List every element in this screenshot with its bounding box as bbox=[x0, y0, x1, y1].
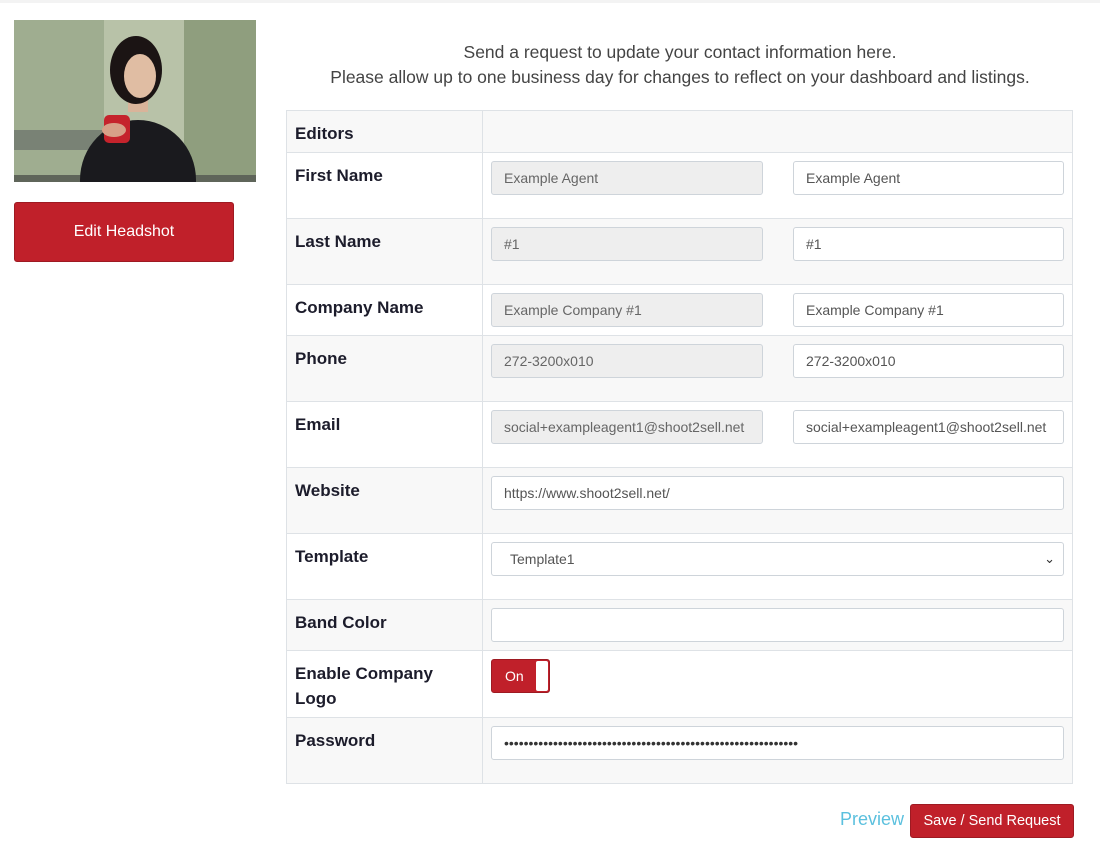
row-website: Website https://www.shoot2sell.net/ bbox=[286, 467, 1073, 534]
intro-line-1: Send a request to update your contact in… bbox=[463, 42, 897, 62]
password-input[interactable]: ••••••••••••••••••••••••••••••••••••••••… bbox=[491, 726, 1064, 760]
intro-line-2: Please allow up to one business day for … bbox=[330, 67, 1030, 87]
preview-link[interactable]: Preview bbox=[840, 809, 904, 830]
first-name-label: First Name bbox=[286, 152, 483, 219]
first-name-current-field: Example Agent bbox=[491, 161, 763, 195]
first-name-input[interactable]: Example Agent bbox=[793, 161, 1064, 195]
template-select[interactable]: Template1 ⌄ bbox=[491, 542, 1064, 576]
top-border bbox=[0, 0, 1100, 3]
row-company-name: Company Name Example Company #1 Example … bbox=[286, 284, 1073, 336]
chevron-down-icon: ⌄ bbox=[1044, 551, 1055, 566]
headshot-image bbox=[14, 20, 256, 182]
template-selected-value: Template1 bbox=[510, 551, 575, 567]
template-label: Template bbox=[286, 533, 483, 600]
row-last-name: Last Name #1 #1 bbox=[286, 218, 1073, 285]
email-label: Email bbox=[286, 401, 483, 468]
save-send-request-button[interactable]: Save / Send Request bbox=[910, 804, 1074, 838]
company-logo-toggle[interactable]: On bbox=[491, 659, 550, 693]
email-input[interactable]: social+exampleagent1@shoot2sell.net bbox=[793, 410, 1064, 444]
edit-headshot-button[interactable]: Edit Headshot bbox=[14, 202, 234, 262]
editors-cell bbox=[482, 110, 1073, 153]
row-company-logo: Enable Company Logo On bbox=[286, 650, 1073, 718]
phone-input[interactable]: 272-3200x010 bbox=[793, 344, 1064, 378]
phone-label: Phone bbox=[286, 335, 483, 402]
password-label: Password bbox=[286, 717, 483, 784]
last-name-current-field: #1 bbox=[491, 227, 763, 261]
email-current-field: social+exampleagent1@shoot2sell.net bbox=[491, 410, 763, 444]
row-editors: Editors bbox=[286, 110, 1073, 153]
toggle-knob bbox=[536, 661, 548, 691]
contact-form-table: Editors First Name Example Agent Example… bbox=[286, 110, 1073, 784]
row-template: Template Template1 ⌄ bbox=[286, 533, 1073, 600]
headshot-photo bbox=[14, 20, 256, 182]
company-name-current-field: Example Company #1 bbox=[491, 293, 763, 327]
toggle-on-text: On bbox=[505, 668, 524, 684]
band-color-label: Band Color bbox=[286, 599, 483, 651]
row-first-name: First Name Example Agent Example Agent bbox=[286, 152, 1073, 219]
editors-label: Editors bbox=[286, 110, 483, 153]
row-password: Password •••••••••••••••••••••••••••••••… bbox=[286, 717, 1073, 784]
website-input[interactable]: https://www.shoot2sell.net/ bbox=[491, 476, 1064, 510]
company-name-input[interactable]: Example Company #1 bbox=[793, 293, 1064, 327]
phone-current-field: 272-3200x010 bbox=[491, 344, 763, 378]
intro-text: Send a request to update your contact in… bbox=[286, 40, 1074, 90]
row-band-color: Band Color bbox=[286, 599, 1073, 651]
last-name-label: Last Name bbox=[286, 218, 483, 285]
website-label: Website bbox=[286, 467, 483, 534]
last-name-input[interactable]: #1 bbox=[793, 227, 1064, 261]
band-color-input[interactable] bbox=[491, 608, 1064, 642]
row-email: Email social+exampleagent1@shoot2sell.ne… bbox=[286, 401, 1073, 468]
row-phone: Phone 272-3200x010 272-3200x010 bbox=[286, 335, 1073, 402]
company-name-label: Company Name bbox=[286, 284, 483, 336]
company-logo-label: Enable Company Logo bbox=[286, 650, 483, 718]
